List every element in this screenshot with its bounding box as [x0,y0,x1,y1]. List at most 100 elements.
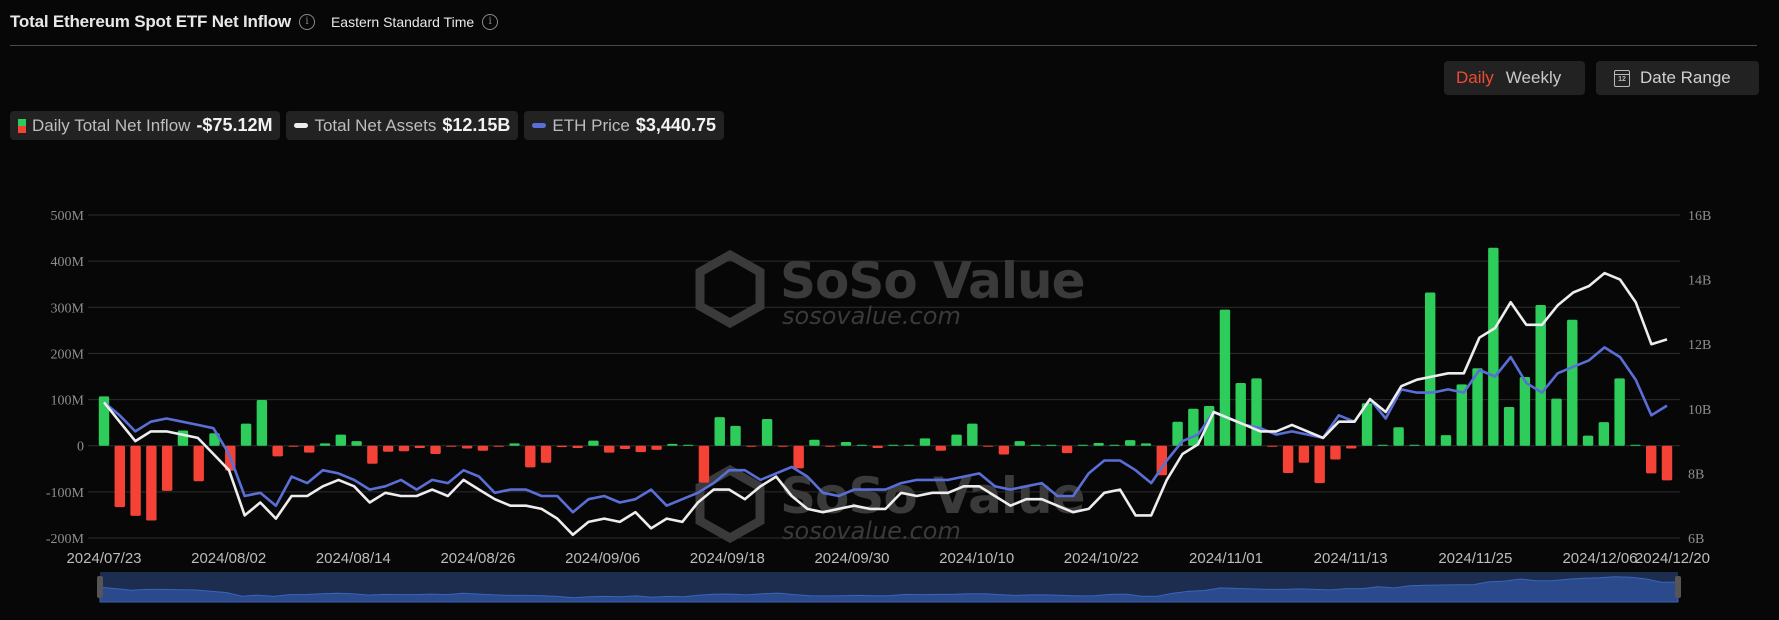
inflow-bar-positive [1440,435,1452,446]
watermark-url: sosovalue.com [782,302,961,330]
inflow-bar-positive [1598,422,1610,446]
y-right-tick-label: 8B [1688,467,1704,482]
x-tick-label: 2024/09/18 [690,550,765,567]
inflow-bar-positive [1424,292,1436,446]
inflow-bar-positive [1567,319,1578,446]
sosovalue-watermark: SoSo Valuesosovalue.com [695,249,1085,330]
inflow-bar-positive [335,434,347,446]
inflow-bar-positive [1188,408,1199,446]
inflow-bar-positive [1409,444,1420,446]
inflow-bar-positive [1219,309,1231,446]
inflow-bar-negative [746,445,757,447]
inflow-bar-positive [919,438,931,446]
x-tick-label: 2024/11/13 [1314,550,1388,567]
inflow-bar-positive [682,444,694,446]
inflow-bar-positive [1456,384,1467,446]
x-tick-label: 2024/08/02 [191,550,266,567]
inflow-bar-negative [635,445,646,453]
x-tick-label: 2024/10/10 [939,550,1014,567]
inflow-bar-positive [730,425,741,446]
inflow-bar-negative [572,445,583,449]
y-left-tick-label: 200M [51,347,85,362]
navigator-right-handle[interactable] [1675,576,1681,598]
navigator-left-handle[interactable] [97,576,103,598]
y-left-tick-label: 300M [51,301,85,316]
inflow-bar-negative [777,445,789,447]
inflow-bar-positive [667,443,678,446]
inflow-bar-negative [982,445,994,447]
inflow-bar-positive [1109,444,1120,446]
inflow-chart: SoSo Valuesosovalue.comSoSo Valuesosoval… [46,209,1711,603]
inflow-bar-negative [288,445,299,447]
inflow-bar-positive [588,440,599,446]
inflow-bar-negative [398,445,410,452]
inflow-bar-negative [304,445,315,453]
inflow-bar-negative [793,445,804,469]
right-axis-ticks: 6B 8B 10B 12B 14B 16B [1688,209,1711,547]
y-left-tick-label: 500M [51,209,85,224]
inflow-bar-positive [714,417,725,446]
x-tick-label: 2024/11/01 [1189,550,1263,567]
inflow-bar-negative [872,445,883,449]
inflow-bar-negative [493,445,504,447]
inflow-bar-positive [967,423,978,446]
inflow-bar-positive [1125,440,1136,446]
inflow-bar-positive [240,423,252,446]
inflow-bar-negative [1298,445,1310,463]
inflow-bar-positive [761,418,773,446]
y-right-tick-label: 12B [1688,338,1711,353]
inflow-bar-negative [619,445,631,449]
y-right-tick-label: 16B [1688,209,1711,224]
inflow-bar-positive [1235,382,1246,446]
inflow-bar-negative [461,445,473,449]
inflow-bar-positive [809,439,820,446]
inflow-bar-negative [556,445,568,448]
left-axis-ticks: -200M -100M 0 100M 200M 300M 400M 500M [46,209,85,547]
x-tick-label: 2024/11/25 [1438,550,1512,567]
inflow-bar-negative [698,445,710,483]
inflow-bar-positive [903,444,915,446]
inflow-bar-positive [1630,444,1641,446]
x-axis-ticks: 2024/07/23 2024/08/02 2024/08/14 2024/08/26… [66,550,1710,567]
inflow-bar-negative [272,445,283,457]
inflow-bar-positive [1251,378,1262,446]
y-right-tick-label: 10B [1688,403,1711,418]
x-tick-label: 2024/10/22 [1064,550,1139,567]
inflow-bar-negative [1330,445,1341,460]
inflow-bar-negative [604,445,615,453]
inflow-bar-positive [888,444,899,446]
inflow-bar-negative [1267,445,1278,447]
watermark-url: sosovalue.com [782,517,961,545]
x-tick-label: 2024/12/20 [1635,550,1710,567]
x-tick-label: 2024/12/06 [1562,550,1637,567]
inflow-bar-negative [130,445,141,516]
y-left-tick-label: -100M [46,486,85,501]
inflow-bar-negative [114,445,125,508]
inflow-bar-positive [1488,247,1499,446]
inflow-bar-positive [1519,376,1531,446]
inflow-bar-positive [1551,398,1562,446]
inflow-bar-positive [840,442,852,446]
inflow-bar-negative [446,445,457,447]
inflow-bar-negative [998,445,1010,455]
inflow-bar-negative [193,445,204,482]
inflow-bar-negative [651,445,662,450]
inflow-bar-positive [1030,444,1041,446]
inflow-bar-negative [1346,445,1357,449]
inflow-bar-negative [1314,445,1325,484]
inflow-bar-negative [935,445,946,451]
inflow-bar-negative [1282,445,1294,473]
inflow-bar-negative [367,445,378,464]
inflow-bar-positive [1077,444,1089,446]
inflow-bar-positive [1393,427,1404,446]
inflow-bar-positive [1046,444,1057,446]
inflow-bar-negative [382,445,394,452]
inflow-bar-positive [856,444,868,446]
inflow-bar-negative [146,445,157,521]
inflow-bar-negative [825,445,836,447]
inflow-bar-negative [540,445,552,463]
inflow-bar-positive [1093,442,1104,446]
inflow-bar-positive [319,443,331,446]
inflow-bar-positive [256,400,268,446]
x-tick-label: 2024/08/26 [440,550,515,567]
